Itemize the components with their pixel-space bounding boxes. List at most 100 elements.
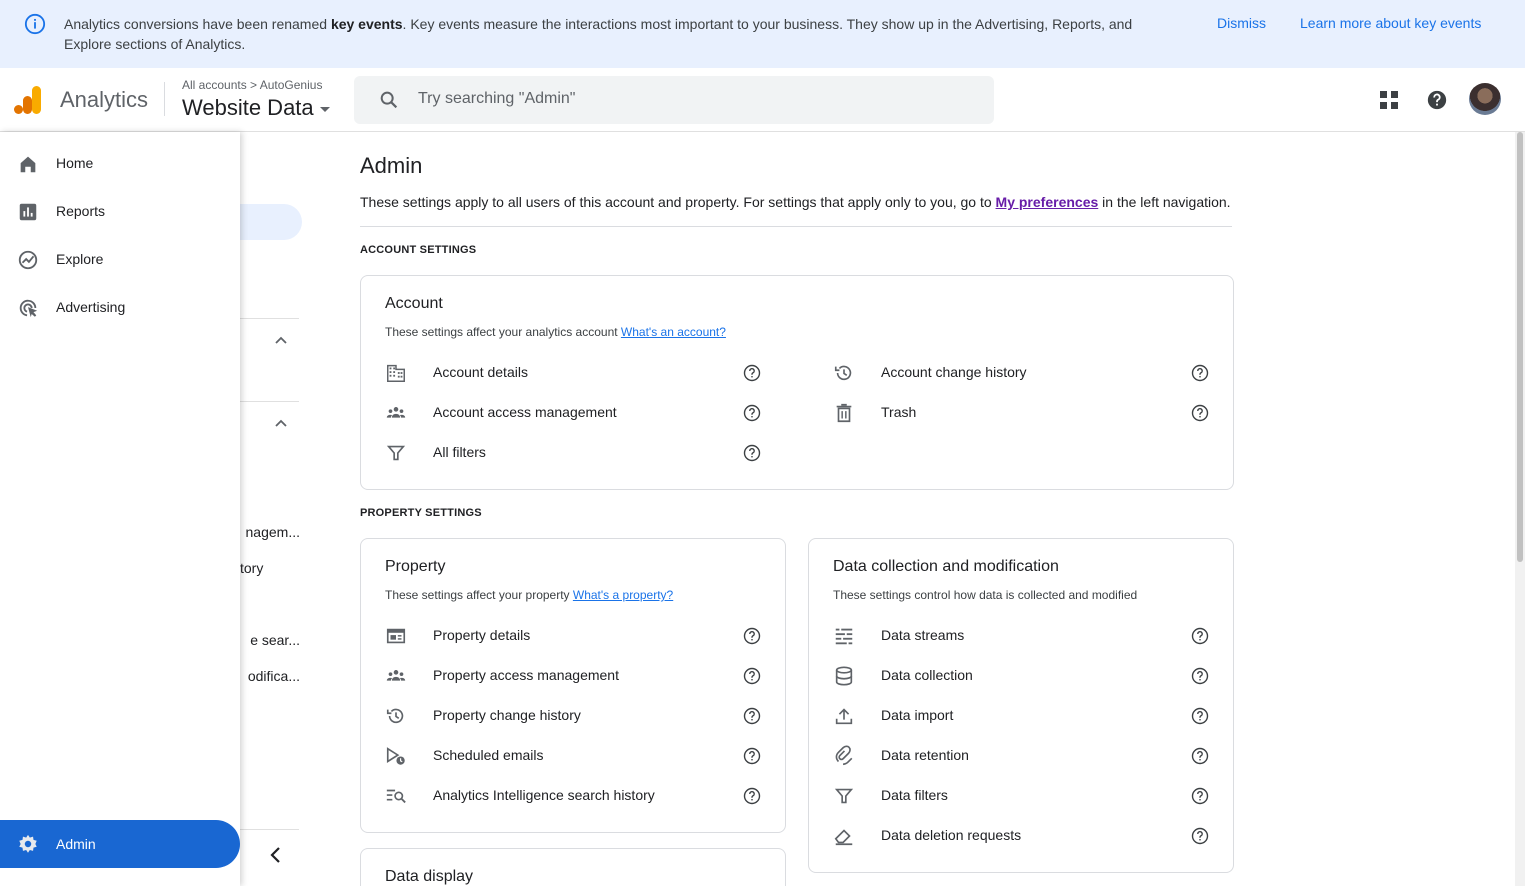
header-divider (164, 82, 165, 116)
subnav-item[interactable]: e sear... (240, 632, 300, 648)
help-outline-icon[interactable] (1191, 627, 1209, 645)
nav-item-admin[interactable]: Admin (0, 820, 240, 868)
help-outline-icon[interactable] (743, 787, 761, 805)
help-outline-icon[interactable] (1191, 364, 1209, 382)
scrollbar-thumb[interactable] (1517, 132, 1523, 562)
property-details-row[interactable]: Property details (385, 616, 763, 656)
help-icon[interactable] (1426, 89, 1448, 111)
whats-an-account-link[interactable]: What's an account? (621, 325, 726, 339)
breadcrumb[interactable]: All accounts > AutoGenius (182, 78, 322, 92)
scheduled-emails-row[interactable]: Scheduled emails (385, 736, 763, 776)
subnav-divider (240, 318, 299, 319)
streams-icon (835, 628, 853, 645)
data-display-card: Data display (360, 848, 786, 886)
app-name: Analytics (60, 87, 149, 112)
help-outline-icon[interactable] (743, 707, 761, 725)
help-outline-icon[interactable] (1191, 747, 1209, 765)
card-description: These settings control how data is colle… (833, 588, 1138, 602)
dismiss-button[interactable]: Dismiss (1217, 15, 1266, 31)
analytics-logo[interactable] (14, 85, 42, 115)
subnav-divider (240, 829, 299, 830)
row-label: Account access management (433, 404, 617, 420)
data-filters-row[interactable]: Data filters (833, 776, 1211, 816)
row-label: Trash (881, 404, 917, 420)
data-import-row[interactable]: Data import (833, 696, 1211, 736)
card-title: Account (385, 295, 443, 312)
avatar[interactable] (1469, 83, 1501, 115)
data-streams-row[interactable]: Data streams (833, 616, 1211, 656)
help-outline-icon[interactable] (1191, 827, 1209, 845)
search-bar[interactable]: Try searching "Admin" (354, 76, 994, 124)
whats-a-property-link[interactable]: What's a property? (573, 588, 673, 602)
data-retention-row[interactable]: Data retention (833, 736, 1211, 776)
row-label: Property access management (433, 667, 619, 683)
filter-icon (834, 788, 854, 804)
help-outline-icon[interactable] (1191, 404, 1209, 422)
subnav-item[interactable]: nagem... (240, 524, 300, 540)
title-divider (360, 226, 1232, 227)
property-settings-label: PROPERTY SETTINGS (360, 507, 482, 519)
advertising-icon (19, 299, 38, 318)
help-outline-icon[interactable] (743, 747, 761, 765)
account-access-row[interactable]: Account access management (385, 393, 763, 433)
row-label: All filters (433, 444, 486, 460)
row-label: Data collection (881, 667, 973, 683)
chevron-left-icon[interactable] (268, 846, 284, 864)
property-change-history-row[interactable]: Property change history (385, 696, 763, 736)
search-list-icon (386, 789, 406, 804)
nav-label: Reports (56, 203, 106, 219)
learn-more-link[interactable]: Learn more about key events (1300, 15, 1481, 31)
property-access-row[interactable]: Property access management (385, 656, 763, 696)
chevron-up-icon[interactable] (274, 334, 288, 348)
row-label: Data retention (881, 747, 969, 763)
chevron-up-icon[interactable] (274, 417, 288, 431)
ai-search-history-row[interactable]: Analytics Intelligence search history (385, 776, 763, 816)
people-icon (386, 407, 406, 418)
help-outline-icon[interactable] (1191, 667, 1209, 685)
nav-item-reports[interactable]: Reports (0, 192, 240, 232)
building-icon (387, 364, 405, 382)
help-outline-icon[interactable] (1191, 707, 1209, 725)
help-outline-icon[interactable] (1191, 787, 1209, 805)
account-details-row[interactable]: Account details (385, 353, 763, 393)
data-collection-row[interactable]: Data collection (833, 656, 1211, 696)
property-selector[interactable]: Website Data (182, 95, 314, 121)
account-change-history-row[interactable]: Account change history (833, 353, 1211, 393)
subnav-item[interactable]: odifica... (240, 668, 300, 684)
search-icon (380, 91, 398, 109)
property-card: Property These settings affect your prop… (360, 538, 786, 833)
row-label: Data deletion requests (881, 827, 1022, 843)
info-icon (24, 13, 46, 35)
nav-label: Explore (56, 251, 104, 267)
row-label: Data streams (881, 627, 965, 643)
nav-item-home[interactable]: Home (0, 144, 240, 184)
nav-drawer: Home Reports Explore Advertising Admin (0, 132, 240, 886)
trash-row[interactable]: Trash (833, 393, 1211, 433)
subnav-selected[interactable] (240, 204, 302, 240)
data-deletion-row[interactable]: Data deletion requests (833, 816, 1211, 856)
all-filters-row[interactable]: All filters (385, 433, 763, 473)
trash-icon (836, 403, 852, 423)
account-settings-label: ACCOUNT SETTINGS (360, 244, 477, 256)
subnav-divider (240, 401, 299, 402)
card-title: Data collection and modification (833, 558, 1059, 575)
help-outline-icon[interactable] (743, 444, 761, 462)
property-card-icon (386, 628, 406, 644)
caret-down-icon[interactable] (320, 107, 330, 112)
key-events-banner: Analytics conversions have been renamed … (0, 0, 1525, 68)
nav-item-explore[interactable]: Explore (0, 240, 240, 280)
my-preferences-link[interactable]: My preferences (996, 194, 1099, 210)
help-outline-icon[interactable] (743, 404, 761, 422)
subnav-item[interactable]: tory (240, 560, 300, 576)
search-input[interactable]: Try searching "Admin" (418, 90, 575, 108)
account-card: Account These settings affect your analy… (360, 275, 1234, 490)
help-outline-icon[interactable] (743, 364, 761, 382)
help-outline-icon[interactable] (743, 627, 761, 645)
nav-item-advertising[interactable]: Advertising (0, 288, 240, 328)
help-outline-icon[interactable] (743, 667, 761, 685)
page-scrollbar[interactable] (1515, 132, 1525, 886)
retention-icon (835, 745, 853, 766)
row-label: Analytics Intelligence search history (433, 787, 655, 803)
people-icon (386, 670, 406, 681)
apps-grid-icon[interactable] (1378, 89, 1400, 111)
